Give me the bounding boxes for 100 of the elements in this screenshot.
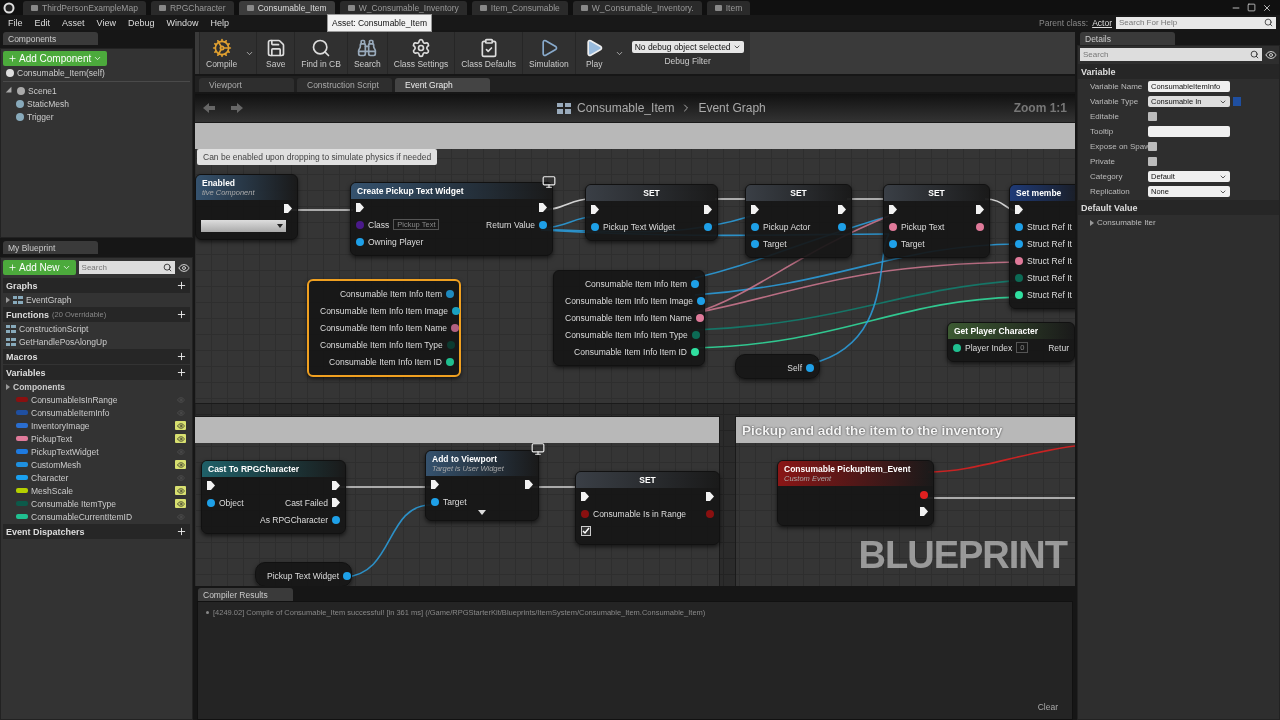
variable-item[interactable]: PickupTextWidget [3,445,190,458]
data-pin[interactable] [889,239,897,248]
data-pin[interactable] [446,289,454,298]
parent-class-link[interactable]: Actor [1092,17,1112,28]
dropdown-field[interactable] [201,219,286,232]
toolbar-button[interactable]: Simulation [521,32,575,74]
checkbox[interactable] [1148,157,1157,166]
exec-pin[interactable] [581,492,589,501]
tree-item[interactable]: Consumable Iter [1097,218,1156,227]
exec-pin[interactable] [704,205,712,214]
graph-node[interactable]: Consumable Item Info Item Consumable Item Info Item Image Consumable Item Info Item Name Consumable Item Info Item Type Consumable Item Info Item ID [553,270,705,366]
toolbar-button[interactable]: Save [256,32,295,74]
section-title[interactable]: Macros [6,351,38,362]
graph-node[interactable]: SET Pickup Actor Target [745,184,852,258]
variable-item[interactable]: ConsumableIsInRange [3,393,190,406]
maximize-icon[interactable] [1247,3,1256,12]
add-icon[interactable] [176,280,187,291]
eye-icon[interactable] [178,261,190,274]
panel-tab[interactable]: Details [1080,32,1175,45]
visibility-toggle[interactable] [175,421,186,430]
toolbar-button[interactable]: Find in CB [294,32,347,74]
tree-item[interactable]: Scene1 [3,84,190,97]
clear-button[interactable]: Clear [1031,701,1064,713]
toolbar-button[interactable]: Class Defaults [454,32,522,74]
checkbox[interactable] [1148,112,1157,121]
exec-pin[interactable] [332,481,340,490]
variable-item[interactable]: InventoryImage [3,419,190,432]
visibility-toggle[interactable] [175,434,186,443]
add-icon[interactable] [176,367,187,378]
variable-item[interactable]: CustomMesh [3,458,190,471]
data-pin[interactable] [539,220,547,229]
exec-pin[interactable] [889,205,897,214]
add-icon[interactable] [176,351,187,362]
data-pin[interactable] [446,357,454,366]
exec-pin[interactable] [431,480,439,489]
graph-canvas[interactable] [195,94,1075,586]
data-pin[interactable] [691,347,699,356]
variable-item[interactable]: MeshScale [3,484,190,497]
graph-node[interactable]: SET Pickup Text Target [883,184,990,258]
eye-icon[interactable] [1265,48,1277,61]
forward-arrow-icon[interactable] [231,103,243,113]
toolbar-button[interactable]: Search [346,32,387,74]
data-pin[interactable] [691,279,699,288]
data-pin[interactable] [207,498,215,507]
data-pin[interactable] [953,343,961,352]
variable-item[interactable]: ConsumableItemInfo [3,406,190,419]
menu-item[interactable]: Asset [58,17,93,28]
tree-item[interactable]: Consumable_Item(self) [3,66,190,79]
data-pin[interactable] [452,306,461,315]
document-tab[interactable]: W_Consumable_Inventory [339,1,467,15]
exec-pin[interactable] [356,203,364,212]
debug-object-dropdown[interactable]: No debug object selected [631,40,744,53]
toolbar-button[interactable]: Class Settings [386,32,455,74]
list-item[interactable]: ConstructionScript [3,322,190,335]
exec-pin[interactable] [1015,205,1023,214]
section-title[interactable]: Variables [6,367,46,378]
section-title[interactable]: Graphs [6,280,38,291]
data-pin[interactable] [431,497,439,506]
menu-item[interactable]: Help [206,17,237,28]
graph-tab[interactable]: Construction Script [297,78,392,92]
graph-node[interactable]: Cast To RPGCharacter Object Cast Failed As RPGCharacter [201,460,346,534]
data-pin[interactable] [889,222,897,231]
exec-pin[interactable] [838,205,846,214]
panel-tab[interactable]: Compiler Results [198,588,293,601]
document-tab[interactable]: ThirdPersonExampleMap [23,1,146,15]
breadcrumb-item[interactable]: Consumable_Item [577,101,675,115]
graph-tab[interactable]: Event Graph [395,78,490,92]
graph-node[interactable]: Set membe Struct Ref It Struct Ref It Struct Ref It Struct Ref It Struct Ref It [1009,184,1075,309]
exec-pin[interactable] [751,205,759,214]
panel-tab[interactable]: Components [3,32,98,45]
data-pin[interactable] [838,222,846,231]
menu-item[interactable]: Edit [30,17,59,28]
tree-item[interactable]: Trigger [3,110,190,123]
visibility-toggle[interactable] [175,499,186,508]
tree-item[interactable]: StaticMesh [3,97,190,110]
graph-node[interactable]: Pickup Text Widget [255,562,352,586]
exec-pin[interactable] [539,203,547,212]
back-arrow-icon[interactable] [203,103,215,113]
document-tab[interactable]: Consumable_Item [238,1,335,15]
exec-pin[interactable] [284,204,292,213]
data-pin[interactable] [356,237,364,246]
graph-node[interactable]: SET Consumable Is in Range [575,471,720,545]
graph-tab[interactable]: Viewport [199,78,294,92]
data-pin[interactable] [451,323,460,332]
checkbox[interactable] [1148,142,1157,151]
close-icon[interactable] [1262,2,1272,13]
menu-item[interactable]: Window [162,17,207,28]
section-title[interactable]: Functions [6,309,49,320]
menu-item[interactable]: View [92,17,124,28]
exec-pin[interactable] [591,205,599,214]
toolbar-button[interactable]: Compile [199,32,244,74]
document-tab[interactable]: Item_Consumable [471,1,568,15]
variable-item[interactable]: ConsumableCurrentItemID [3,510,190,523]
data-pin[interactable] [1015,290,1023,299]
toolbar-button[interactable]: Play [574,32,613,74]
exec-pin[interactable] [920,507,928,516]
document-tab[interactable]: Item [706,1,751,15]
document-tab[interactable]: W_Consumable_Inventory. [572,1,702,15]
data-pin[interactable] [751,239,759,248]
exec-pin[interactable] [332,498,340,507]
